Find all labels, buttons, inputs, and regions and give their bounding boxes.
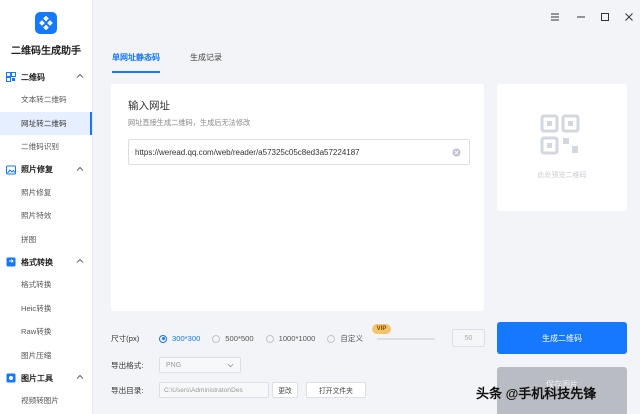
chevron-up-icon <box>76 258 84 263</box>
size-option-1000[interactable]: 1000*1000 <box>265 334 315 343</box>
format-label: 导出格式: <box>111 360 144 370</box>
format-row: 导出格式: PNG <box>111 357 241 373</box>
sidebar-section-label: 格式转换 <box>21 257 53 267</box>
sidebar-item-photo-effects[interactable]: 照片特效 <box>0 204 92 228</box>
chevron-up-icon <box>76 374 84 379</box>
close-icon[interactable] <box>622 10 636 24</box>
photo-icon <box>6 165 16 175</box>
change-dir-button[interactable]: 更改 <box>272 382 298 398</box>
radio-icon <box>212 334 221 343</box>
sidebar-section-image-tools[interactable]: 图片工具 <box>0 367 92 389</box>
sidebar-item-text-qrcode[interactable]: 文本转二维码 <box>0 88 92 112</box>
brand: 二维码生成助手 <box>0 0 92 66</box>
sidebar-section-format-convert[interactable]: 格式转换 <box>0 251 92 273</box>
vip-badge: VIP <box>372 324 391 334</box>
size-option-300[interactable]: 300*300 <box>159 334 200 343</box>
size-label: 尺寸(px) <box>111 334 140 343</box>
dir-label: 导出目录: <box>111 385 144 395</box>
dir-row: 导出目录: C:\Users\Administrator\Des 更改 打开文件… <box>111 382 366 398</box>
qrcode-placeholder-icon <box>540 114 580 155</box>
convert-icon <box>6 257 16 267</box>
radio-icon <box>327 334 336 343</box>
sidebar-section-label: 图片工具 <box>21 373 53 383</box>
tab-history[interactable]: 生成记录 <box>190 52 222 73</box>
sidebar-item-raw-convert[interactable]: Raw转换 <box>0 320 92 344</box>
format-value: PNG <box>166 361 182 369</box>
sidebar: 二维码生成助手 二维码 文本转二维码 网址转二维码 二维码识别 照片修复 照片修… <box>0 0 93 414</box>
size-row: 尺寸(px) 300*300 500*500 1000*1000 自定义 <box>111 333 436 344</box>
url-input-panel: 输入网址 网址直接生成二维码，生成后无法修改 https://weread.qq… <box>111 84 484 311</box>
sidebar-item-video-to-image[interactable]: 视频转图片 <box>0 389 92 413</box>
sidebar-item-format-convert[interactable]: 格式转换 <box>0 273 92 297</box>
radio-icon <box>265 334 274 343</box>
sidebar-section-label: 二维码 <box>21 72 45 82</box>
watermark-text: 头条 @手机科技先锋 <box>476 386 597 401</box>
panel-title: 输入网址 <box>128 100 170 112</box>
sidebar-section-photo-repair[interactable]: 照片修复 <box>0 159 92 181</box>
sidebar-item-url-qrcode[interactable]: 网址转二维码 <box>0 111 92 135</box>
sidebar-item-photo-repair[interactable]: 照片修复 <box>0 181 92 205</box>
preview-placeholder-text: 此处预览二维码 <box>537 172 587 179</box>
size-option-custom[interactable]: 自定义 <box>327 333 363 344</box>
format-select[interactable]: PNG <box>159 357 241 373</box>
qrcode-icon <box>6 72 16 82</box>
sidebar-section-label: 照片修复 <box>21 165 53 174</box>
image-tools-icon <box>6 373 16 383</box>
generate-qrcode-button[interactable]: 生成二维码 <box>497 322 627 354</box>
export-path-input[interactable]: C:\Users\Administrator\Des <box>159 382 269 398</box>
sidebar-item-collage[interactable]: 拼图 <box>0 228 92 252</box>
chevron-up-icon <box>76 73 84 78</box>
sidebar-section-qrcode[interactable]: 二维码 <box>0 66 92 88</box>
url-value: https://weread.qq.com/web/reader/a57325c… <box>135 147 360 157</box>
clear-icon[interactable] <box>452 148 461 157</box>
size-slider[interactable] <box>377 337 436 340</box>
app-name: 二维码生成助手 <box>11 46 81 57</box>
qrcode-preview: 此处预览二维码 <box>497 84 627 211</box>
tab-bar: 单网址静态码 生成记录 <box>112 52 252 73</box>
sidebar-item-heic-convert[interactable]: Heic转换 <box>0 297 92 321</box>
menu-icon[interactable] <box>548 10 562 24</box>
app-logo-icon <box>35 12 57 34</box>
size-option-500[interactable]: 500*500 <box>212 334 254 343</box>
open-folder-button[interactable]: 打开文件夹 <box>306 382 366 398</box>
panel-hint: 网址直接生成二维码，生成后无法修改 <box>128 118 251 127</box>
sidebar-item-image-compress[interactable]: 图片压缩 <box>0 344 92 368</box>
radio-icon <box>159 334 167 343</box>
chevron-down-icon <box>227 363 234 368</box>
maximize-icon[interactable] <box>598 10 612 24</box>
sidebar-item-qrcode-scan[interactable]: 二维码识别 <box>0 135 92 159</box>
chevron-up-icon <box>76 166 84 171</box>
minimize-icon[interactable] <box>574 10 588 24</box>
tab-single-url-static[interactable]: 单网址静态码 <box>112 52 160 73</box>
custom-size-input[interactable]: 50 <box>452 329 485 347</box>
url-input[interactable]: https://weread.qq.com/web/reader/a57325c… <box>128 139 470 165</box>
